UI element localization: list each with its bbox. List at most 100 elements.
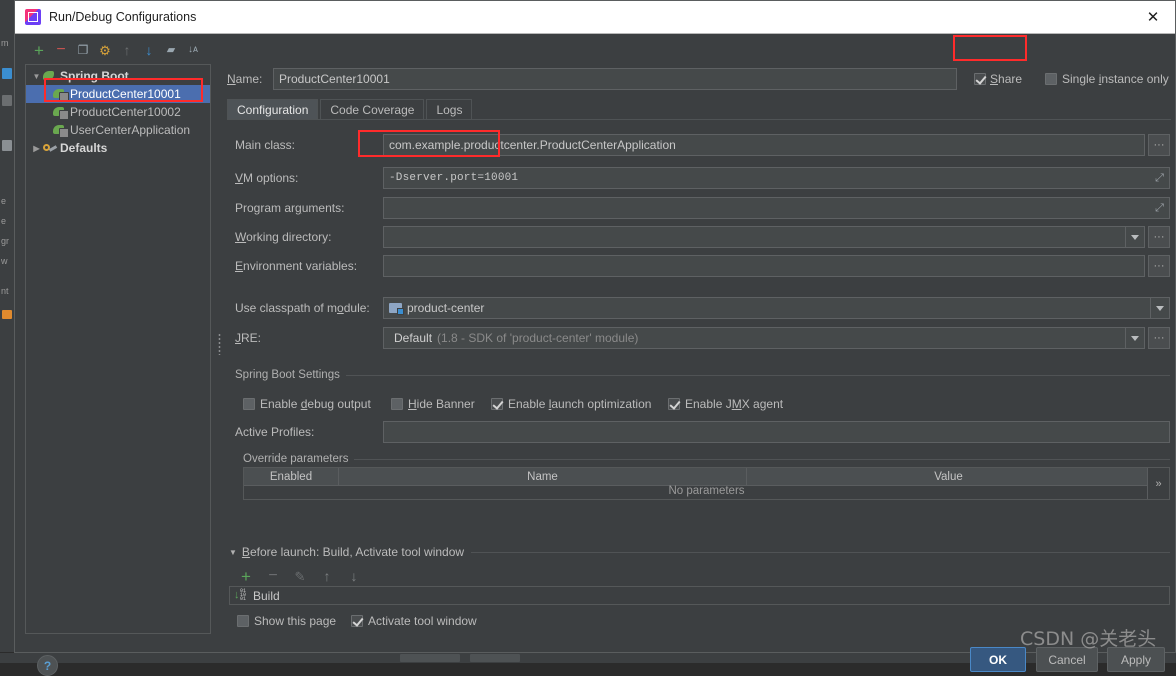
expand-editor-icon[interactable]: ⤢ xyxy=(1153,172,1166,185)
program-arguments-row: Program arguments: xyxy=(235,197,344,219)
show-this-page-checkbox[interactable] xyxy=(237,615,249,627)
expand-editor-icon[interactable]: ⤢ xyxy=(1153,202,1166,215)
tab-code-coverage[interactable]: Code Coverage xyxy=(320,99,425,120)
name-row: Name: xyxy=(227,68,277,90)
add-task-button[interactable]: + xyxy=(236,566,256,586)
remove-configuration-button[interactable]: − xyxy=(51,40,71,60)
build-icon: ↓ 01 10 01 xyxy=(234,588,247,603)
jre-value-suffix: (1.8 - SDK of 'product-center' module) xyxy=(437,331,639,345)
column-header-name[interactable]: Name xyxy=(339,468,747,485)
name-input[interactable]: ProductCenter10001 xyxy=(273,68,957,90)
vm-options-input[interactable]: -Dserver.port=10001 ⤢ xyxy=(383,167,1170,189)
tree-group-defaults[interactable]: ▶ Defaults xyxy=(26,139,210,157)
override-parameters-label: Override parameters xyxy=(243,453,349,465)
override-parameters-table[interactable]: Enabled Name Value No parameters » xyxy=(243,467,1170,500)
before-launch-task-list[interactable]: ↓ 01 10 01 Build xyxy=(229,586,1170,605)
tab-configuration[interactable]: Configuration xyxy=(227,99,319,120)
edit-templates-button[interactable]: ⚙ xyxy=(95,40,115,60)
tree-item-label: Spring Boot xyxy=(60,69,129,83)
configurations-tree[interactable]: ▼ Spring Boot ProductCenter10001 Product… xyxy=(25,64,211,634)
program-arguments-input[interactable]: ⤢ xyxy=(383,197,1170,219)
spring-boot-icon xyxy=(43,69,57,83)
new-folder-button[interactable]: ▰ xyxy=(161,40,181,60)
environment-variables-browse-button[interactable]: ··· xyxy=(1148,255,1170,277)
single-instance-checkbox-group[interactable]: Single instance only xyxy=(1045,67,1169,91)
close-icon[interactable]: ✕ xyxy=(1131,1,1175,32)
enable-jmx-agent-checkbox-group[interactable]: Enable JMX agent xyxy=(668,395,783,413)
before-launch-toolbar: + − ✎ ↑ ↓ xyxy=(236,566,364,586)
sidebar-item-productcenter10002[interactable]: ProductCenter10002 xyxy=(26,103,210,121)
active-profiles-input[interactable] xyxy=(383,421,1170,443)
ide-strip-text: m xyxy=(1,38,9,48)
share-checkbox[interactable] xyxy=(974,73,986,85)
column-header-enabled[interactable]: Enabled xyxy=(244,468,339,485)
activate-tool-window-checkbox-group[interactable]: Activate tool window xyxy=(351,612,477,630)
main-class-input[interactable]: com.example.productcenter.ProductCenterA… xyxy=(383,134,1145,156)
ide-strip-text: e xyxy=(1,196,7,206)
hide-banner-checkbox-group[interactable]: Hide Banner xyxy=(391,395,475,413)
activate-tool-window-checkbox[interactable] xyxy=(351,615,363,627)
environment-variables-label: Environment variables: xyxy=(235,259,358,273)
show-this-page-label: Show this page xyxy=(254,614,337,628)
share-checkbox-group[interactable]: Share xyxy=(974,67,1032,91)
jre-value: Default xyxy=(394,331,433,345)
module-value: product-center xyxy=(407,301,485,315)
chevron-down-icon[interactable] xyxy=(1125,227,1144,247)
move-up-button[interactable]: ↑ xyxy=(117,40,137,60)
tab-logs[interactable]: Logs xyxy=(426,99,473,120)
configurations-panel: + − ❐ ⚙ ↑ ↓ ▰ ↓ᴀ ▼ Spring Boot ProductCe… xyxy=(21,38,211,634)
enable-debug-output-checkbox[interactable] xyxy=(243,398,255,410)
splitter-grip[interactable] xyxy=(218,333,221,355)
table-expand-button[interactable]: » xyxy=(1147,468,1169,499)
chevron-down-icon[interactable] xyxy=(1150,298,1169,318)
sidebar-item-usercenterapplication[interactable]: UserCenterApplication xyxy=(26,121,210,139)
enable-debug-output-checkbox-group[interactable]: Enable debug output xyxy=(243,395,371,413)
help-button[interactable]: ? xyxy=(37,655,58,676)
show-this-page-checkbox-group[interactable]: Show this page xyxy=(237,612,336,630)
remove-task-button[interactable]: − xyxy=(263,566,283,586)
spring-boot-run-icon xyxy=(53,105,69,120)
enable-launch-optimization-checkbox[interactable] xyxy=(491,398,503,410)
before-launch-header[interactable]: ▼ Before launch: Build, Activate tool wi… xyxy=(229,545,1170,559)
ide-strip-folder xyxy=(2,140,12,151)
vm-options-value: -Dserver.port=10001 xyxy=(389,172,519,184)
environment-variables-input[interactable] xyxy=(383,255,1145,277)
enable-launch-optimization-checkbox-group[interactable]: Enable launch optimization xyxy=(491,395,651,413)
tree-group-spring-boot[interactable]: ▼ Spring Boot xyxy=(26,67,210,85)
single-instance-checkbox[interactable] xyxy=(1045,73,1057,85)
ok-button[interactable]: OK xyxy=(970,647,1026,672)
copy-configuration-button[interactable]: ❐ xyxy=(73,40,93,60)
jre-browse-button[interactable]: ··· xyxy=(1148,327,1170,349)
chevron-down-icon[interactable] xyxy=(1125,328,1144,348)
edit-task-button[interactable]: ✎ xyxy=(290,566,310,586)
dialog-title: Run/Debug Configurations xyxy=(49,10,197,24)
ide-strip-chip xyxy=(2,68,12,79)
chevron-down-icon[interactable]: ▼ xyxy=(30,72,43,81)
working-directory-row: Working directory: xyxy=(235,226,331,248)
working-directory-browse-button[interactable]: ··· xyxy=(1148,226,1170,248)
chevron-down-icon[interactable]: ▼ xyxy=(229,548,237,557)
dialog-title-bar: Run/Debug Configurations ✕ xyxy=(15,1,1175,34)
module-combobox[interactable]: product-center xyxy=(383,297,1170,319)
ide-bottom-tab xyxy=(470,654,520,662)
enable-jmx-agent-checkbox[interactable] xyxy=(668,398,680,410)
before-launch-title: Before launch: Build, Activate tool wind… xyxy=(241,545,465,559)
hide-banner-checkbox[interactable] xyxy=(391,398,403,410)
sidebar-item-productcenter10001[interactable]: ProductCenter10001 xyxy=(26,85,210,103)
move-task-down-button[interactable]: ↓ xyxy=(344,566,364,586)
column-header-value[interactable]: Value xyxy=(747,468,1150,485)
main-class-browse-button[interactable]: ··· xyxy=(1148,134,1170,156)
sort-configurations-button[interactable]: ↓ᴀ xyxy=(183,40,203,60)
intellij-idea-logo-icon xyxy=(25,9,41,25)
chevron-right-icon[interactable]: ▶ xyxy=(30,144,43,153)
jre-combobox[interactable]: Default (1.8 - SDK of 'product-center' m… xyxy=(383,327,1145,349)
working-directory-input[interactable] xyxy=(383,226,1145,248)
move-task-up-button[interactable]: ↑ xyxy=(317,566,337,586)
module-label: Use classpath of module: xyxy=(235,301,370,315)
environment-variables-row: Environment variables: xyxy=(235,255,357,277)
move-down-button[interactable]: ↓ xyxy=(139,40,159,60)
add-configuration-button[interactable]: + xyxy=(29,40,49,60)
main-class-label: Main class: xyxy=(235,138,296,152)
ide-left-toolwindow-strip: m e e gr w nt xyxy=(0,0,15,663)
tree-item-label: Defaults xyxy=(60,141,108,155)
